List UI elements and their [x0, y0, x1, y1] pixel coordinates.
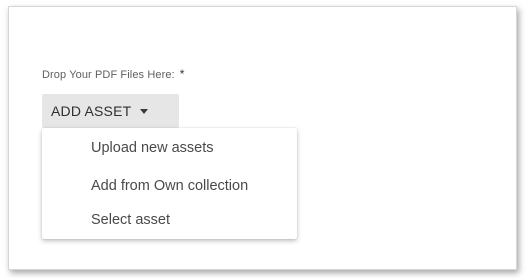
menu-item-upload-new-assets[interactable]: Upload new assets	[91, 140, 214, 156]
required-marker: *	[179, 67, 185, 81]
menu-item-select-asset[interactable]: Select asset	[91, 212, 170, 228]
add-asset-label: ADD ASSET	[51, 103, 132, 119]
drop-files-label: Drop Your PDF Files Here: *	[42, 67, 185, 81]
add-asset-button[interactable]: ADD ASSET	[42, 94, 179, 128]
add-asset-menu: Upload new assets Add from Own collectio…	[42, 128, 297, 239]
menu-item-add-from-own-collection[interactable]: Add from Own collection	[91, 178, 248, 194]
upload-panel: Drop Your PDF Files Here: * ADD ASSET Upl…	[8, 6, 517, 270]
drop-files-label-text: Drop Your PDF Files Here:	[42, 69, 175, 81]
caret-down-icon	[140, 109, 149, 114]
